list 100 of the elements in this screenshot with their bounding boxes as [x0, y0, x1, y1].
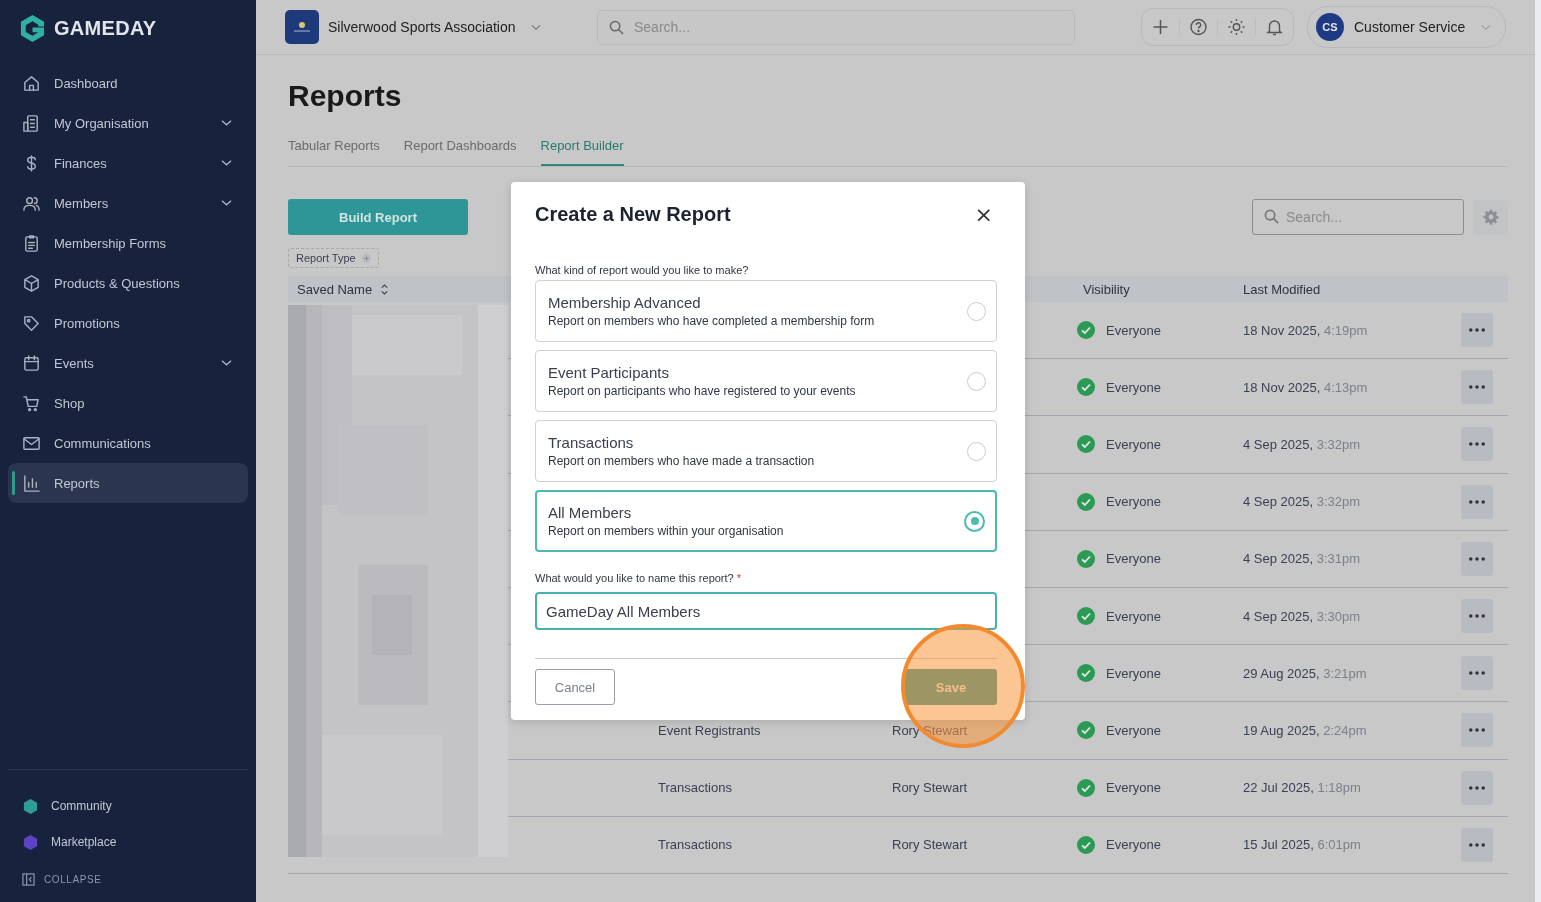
option-description: Report on members within your organisation — [548, 524, 785, 538]
close-button[interactable]: × — [970, 201, 997, 227]
table-cell: 4 Sep 2025, 3:31pm — [1243, 551, 1361, 567]
collapse-button[interactable]: COLLAPSE — [22, 864, 248, 894]
visibility-text: Everyone — [1106, 494, 1161, 510]
more-button[interactable] — [1461, 770, 1493, 805]
check-circle-icon — [1077, 778, 1095, 797]
bar-chart-icon — [22, 473, 41, 493]
more-icon — [1469, 728, 1485, 733]
more-button[interactable] — [1461, 427, 1493, 462]
table-cell: Rory Stewart — [892, 837, 968, 853]
more-button[interactable] — [1461, 713, 1493, 748]
check-circle-icon — [1077, 378, 1095, 397]
visibility-text: Everyone — [1106, 722, 1161, 738]
building-icon — [22, 113, 41, 133]
sort-icon — [380, 282, 390, 296]
search-field[interactable]: Search... — [597, 9, 1075, 45]
sidebar-item[interactable]: Dashboard — [8, 63, 248, 103]
option-title: Membership Advanced — [548, 294, 702, 311]
check-circle-icon — [1077, 721, 1095, 740]
visibility-text: Everyone — [1106, 379, 1161, 395]
table-cell: 22 Jul 2025, 1:18pm — [1243, 780, 1361, 796]
option-description: Report on members who have made a transaction — [548, 454, 816, 468]
option-title: Event Participants — [548, 364, 670, 381]
table-cell: Rory Stewart — [892, 722, 968, 738]
more-icon — [1469, 442, 1485, 447]
more-icon — [1469, 671, 1485, 676]
table-cell: Transactions — [658, 780, 732, 796]
sidebar-item[interactable]: Shop — [8, 383, 248, 423]
check-circle-icon — [1077, 835, 1095, 854]
chevron-down-icon — [530, 23, 541, 31]
visibility-text: Everyone — [1106, 837, 1161, 853]
search-field[interactable]: Search... — [1252, 199, 1464, 235]
organisation-logo-icon — [285, 10, 319, 44]
user-name: Customer Service — [1354, 19, 1466, 35]
page-title: Reports — [288, 79, 403, 114]
plus-icon — [361, 253, 371, 263]
visibility-text: Everyone — [1106, 665, 1161, 681]
sidebar-item[interactable]: Membership Forms — [8, 223, 248, 263]
sidebar-item[interactable]: Communications — [8, 423, 248, 463]
column-header[interactable]: Last Modified — [1243, 281, 1321, 297]
radio-button[interactable] — [964, 510, 985, 532]
table-cell: 29 Aug 2025, 3:21pm — [1243, 665, 1367, 681]
report-type-option[interactable]: Membership Advanced Report on members who have completed a membership form — [535, 280, 997, 342]
table-cell: 19 Aug 2025, 2:24pm — [1243, 722, 1367, 738]
sidebar-link[interactable]: Marketplace — [22, 824, 248, 860]
report-type-option[interactable]: All Members Report on members within your organisation — [535, 490, 997, 552]
table-cell: 15 Jul 2025, 6:01pm — [1243, 837, 1361, 853]
more-button[interactable] — [1461, 541, 1493, 576]
logo-icon — [19, 13, 46, 43]
settings-button[interactable] — [1473, 199, 1508, 235]
visibility-text: Everyone — [1106, 780, 1161, 796]
input-field[interactable]: GameDay All Members — [535, 592, 997, 630]
more-button[interactable] — [1461, 313, 1493, 348]
home-icon — [22, 73, 41, 93]
dialog-title: Create a New Report — [535, 202, 731, 226]
organisation-switcher[interactable]: Silverwood Sports Association — [285, 10, 585, 44]
table-cell: Rory Stewart — [892, 780, 968, 796]
report-type-option[interactable]: Event Participants Report on participants who have registered to your events — [535, 350, 997, 412]
filter-chip[interactable]: Report Type — [288, 248, 379, 268]
option-title: All Members — [548, 504, 633, 521]
sidebar-item[interactable]: Products & Questions — [8, 263, 248, 303]
chevron-down-icon — [1481, 23, 1492, 31]
more-icon — [1469, 556, 1485, 561]
visibility-text: Everyone — [1106, 551, 1161, 567]
more-button[interactable] — [1461, 484, 1493, 519]
check-circle-icon — [1077, 492, 1095, 511]
search-icon — [609, 19, 624, 35]
settings-icon — [1482, 209, 1499, 225]
table-cell: 4 Sep 2025, 3:32pm — [1243, 494, 1361, 510]
field-label: What kind of report would you like to make? — [535, 264, 750, 278]
column-header[interactable]: Visibility — [1083, 281, 1130, 297]
table-cell: Transactions — [658, 837, 732, 853]
sidebar-item[interactable]: Members — [8, 183, 248, 223]
more-button[interactable] — [1461, 827, 1493, 862]
table-cell: 18 Nov 2025, 4:19pm — [1243, 322, 1368, 338]
calendar-icon — [22, 353, 41, 373]
clipboard-icon — [22, 233, 41, 253]
visibility-text: Everyone — [1106, 322, 1161, 338]
sidebar-item[interactable]: Promotions — [8, 303, 248, 343]
sidebar-item[interactable]: My Organisation — [8, 103, 248, 143]
option-title: Transactions — [548, 434, 635, 451]
check-circle-icon — [1077, 607, 1095, 626]
sidebar-link[interactable]: Community — [22, 788, 248, 824]
option-description: Report on participants who have registered to your events — [548, 384, 857, 398]
check-circle-icon — [1077, 435, 1095, 454]
more-button[interactable] — [1461, 656, 1493, 691]
more-button[interactable] — [1461, 370, 1493, 405]
more-button[interactable] — [1461, 599, 1493, 634]
more-icon — [1469, 499, 1485, 504]
report-type-option[interactable]: Transactions Report on members who have made a transaction — [535, 420, 997, 482]
cancel-button[interactable]: Cancel — [535, 669, 615, 705]
sidebar-item[interactable]: Reports — [8, 463, 248, 503]
column-header[interactable]: Saved Name — [288, 281, 508, 297]
table-cell: 4 Sep 2025, 3:32pm — [1243, 436, 1361, 452]
sidebar-item[interactable]: Events — [8, 343, 248, 383]
sidebar-item[interactable]: Finances — [8, 143, 248, 183]
user-menu[interactable]: CS Customer Service — [1307, 6, 1507, 48]
check-circle-icon — [1077, 664, 1095, 683]
more-icon — [1469, 328, 1485, 333]
